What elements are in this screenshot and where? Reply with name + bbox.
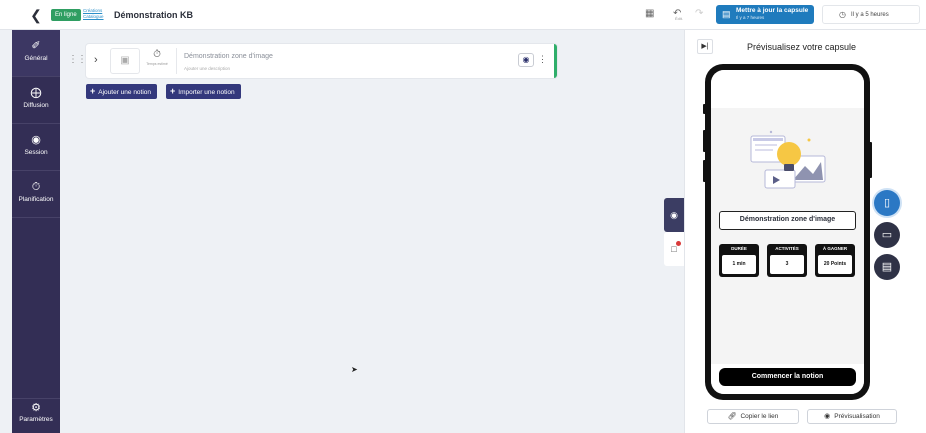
save-icon: ▤ <box>722 9 731 19</box>
stat-value: 20 Points <box>818 255 852 274</box>
clock-icon: ⏱ <box>31 181 41 193</box>
status-badge: En ligne <box>51 9 81 21</box>
update-capsule-button[interactable]: ▤ Mettre à jour la capsule Il y a 7 heur… <box>716 5 814 24</box>
import-notion-button[interactable]: + Importer une notion <box>166 84 241 99</box>
tablet-icon[interactable]: ▭ <box>874 222 900 248</box>
share-icon: ⨁ <box>30 87 42 99</box>
copy-link-button[interactable]: 🔗︎ Copier le lien <box>707 409 799 424</box>
more-options-icon[interactable]: ⋮ <box>538 53 547 66</box>
sidebar-item-label: Diffusion <box>23 102 49 109</box>
notion-description[interactable]: Ajouter une description <box>184 66 230 72</box>
divider <box>176 48 177 74</box>
add-notion-label: Ajouter une notion <box>98 89 152 96</box>
sidebar-item-general[interactable]: ✐ Général <box>12 30 60 77</box>
stat-duration: DURÉE 1 min <box>719 244 759 277</box>
preview-panel: ▶| Prévisualisez votre capsule Démonstra… <box>684 30 926 433</box>
history-button[interactable]: ◷ Il y a 5 heures <box>822 5 920 24</box>
smartphone-icon[interactable]: ▯ <box>874 190 900 216</box>
back-chevron-left-icon[interactable]: ❮ <box>28 6 44 24</box>
sidebar-item-label: Planification <box>18 196 54 203</box>
import-notion-label: Importer une notion <box>178 89 235 96</box>
estimated-time[interactable]: ⏱ Temps estimé <box>146 49 168 67</box>
preview-title: Prévisualisez votre capsule <box>747 42 857 52</box>
sidebar-item-label: Paramètres <box>19 416 53 423</box>
stopwatch-icon: ⏱ <box>153 49 161 60</box>
stat-label: DURÉE <box>731 246 747 251</box>
laptop-icon[interactable]: ▤ <box>874 254 900 280</box>
mouse-pointer-icon: ➤ <box>351 365 358 374</box>
phone-screen: Démonstration zone d'image DURÉE 1 min A… <box>711 70 864 394</box>
side-tabs: ◉ □ <box>664 198 684 266</box>
page-title: Démonstration KB <box>114 10 194 20</box>
top-bar: ❮ En ligne Créations Catalogue Démonstra… <box>0 0 926 30</box>
expand-chevron-right-icon[interactable]: › <box>94 54 98 67</box>
stat-activities: ACTIVITÉS 3 <box>767 244 807 277</box>
phone-frame: Démonstration zone d'image DURÉE 1 min A… <box>705 64 870 400</box>
stat-value: 3 <box>770 255 804 274</box>
sidebar-item-session[interactable]: ◉ Session <box>12 124 60 171</box>
stat-points: À GAGNER 20 Points <box>815 244 855 277</box>
timer-label: Temps estimé <box>146 62 168 66</box>
notification-dot <box>676 241 681 246</box>
gear-icon: ⚙ <box>31 402 41 414</box>
comments-tab-chat-icon[interactable]: □ <box>664 232 684 266</box>
image-placeholder-icon[interactable]: ▣ <box>110 48 140 74</box>
update-capsule-label: Mettre à jour la capsule <box>736 7 809 14</box>
sidebar: ✐ Général ⨁ Diffusion ◉ Session ⏱ Planif… <box>12 30 60 433</box>
stat-label: À GAGNER <box>822 246 848 251</box>
update-capsule-sub: Il y a 7 heures <box>736 15 765 20</box>
breadcrumb[interactable]: Créations Catalogue <box>83 8 104 20</box>
stat-value: 1 min <box>722 255 756 274</box>
lightbulb-illustration <box>750 130 826 189</box>
preview-button-label: Prévisualisation <box>834 413 880 420</box>
phone-header <box>711 70 864 108</box>
collapse-panel-icon[interactable]: ▶| <box>697 39 713 54</box>
plus-icon: + <box>170 86 176 96</box>
target-icon: ◉ <box>31 134 41 146</box>
preview-button[interactable]: ◉ Prévisualisation <box>807 409 897 424</box>
add-notion-button[interactable]: + Ajouter une notion <box>86 84 158 99</box>
sidebar-item-planification[interactable]: ⏱ Planification <box>12 171 60 218</box>
translate-icon[interactable]: ▦ <box>645 8 654 20</box>
link-icon: 🔗︎ <box>727 413 737 420</box>
drag-handle-icon[interactable]: ⋮⋮ <box>68 54 87 66</box>
brush-icon: ✐ <box>31 40 41 52</box>
sidebar-item-diffusion[interactable]: ⨁ Diffusion <box>12 77 60 124</box>
copy-link-label: Copier le lien <box>740 413 779 420</box>
history-label: Il y a 5 heures <box>851 12 889 18</box>
breadcrumb-link-2[interactable]: Catalogue <box>83 14 104 20</box>
notion-name[interactable]: Démonstration zone d'image <box>184 52 273 61</box>
notion-card[interactable]: › ▣ ⏱ Temps estimé Démonstration zone d'… <box>86 44 557 78</box>
eye-icon: ◉ <box>824 413 831 420</box>
start-notion-button[interactable]: Commencer la notion <box>719 368 856 386</box>
phone-notion-title: Démonstration zone d'image <box>719 211 856 230</box>
sidebar-item-label: Général <box>24 55 48 62</box>
preview-tab-eye-icon[interactable]: ◉ <box>664 198 684 232</box>
redo-icon[interactable]: ↷ <box>695 8 703 20</box>
stat-label: ACTIVITÉS <box>775 246 799 251</box>
plus-icon: + <box>90 86 96 96</box>
sidebar-item-label: Session <box>24 149 48 156</box>
undo-caption: Édit. <box>675 16 684 21</box>
history-clock-icon: ◷ <box>839 10 846 19</box>
visibility-eye-icon[interactable]: ◉ <box>518 53 534 67</box>
sidebar-item-parametres[interactable]: ⚙ Paramètres <box>12 398 60 433</box>
